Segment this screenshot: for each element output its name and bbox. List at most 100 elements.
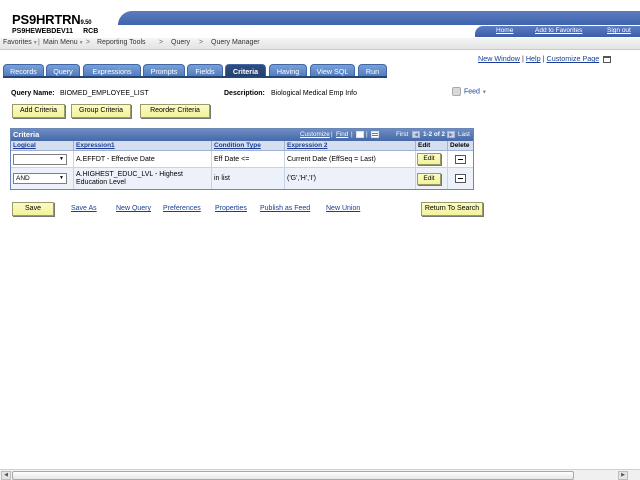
expression1-line1: A.HIGHEST_EDUC_LVL - Highest xyxy=(76,170,183,178)
customize-link-label: Customize xyxy=(300,131,330,138)
grid-sep: | xyxy=(331,131,333,138)
utility-sep: | xyxy=(521,54,524,63)
last-label: Last xyxy=(458,131,470,138)
app-version: 9.50 xyxy=(80,20,92,26)
col-expression1[interactable]: Expression1 xyxy=(74,141,212,151)
find-link[interactable]: Find xyxy=(336,131,348,138)
expression1-cell: A.HIGHEST_EDUC_LVL - Highest Education L… xyxy=(74,168,212,189)
col-delete: Delete xyxy=(450,142,470,149)
customize-link[interactable]: Customize xyxy=(300,131,330,138)
description-value: Biological Medical Emp Info xyxy=(271,90,357,97)
breadcrumb-sep: > xyxy=(199,39,204,46)
feed-menu[interactable]: Feed ▼ xyxy=(452,87,487,96)
scroll-right-icon[interactable]: ▶ xyxy=(618,471,628,480)
chevron-down-icon: ▼ xyxy=(481,89,487,96)
server-name: PS9HEWEBDEV11 RCB xyxy=(12,28,98,35)
tab-underline xyxy=(3,76,387,78)
app-name-text: PS9HRTRN xyxy=(12,12,81,27)
first-label: First xyxy=(396,131,409,138)
criteria-grid-title: Criteria xyxy=(13,130,40,139)
breadcrumb-favorites[interactable]: Favorites▼ xyxy=(3,39,38,46)
row-range: 1-2 of 2 xyxy=(423,131,446,138)
breadcrumb-sep: > xyxy=(86,39,91,46)
breadcrumb: Favorites▼ | Main Menu▼ > Reporting Tool… xyxy=(0,38,640,50)
app-name: PS9HRTRN9.50 xyxy=(12,12,92,27)
server-sub-text: RCB xyxy=(83,28,99,35)
group-criteria-button[interactable]: Group Criteria xyxy=(71,104,131,118)
query-name-label: Query Name: xyxy=(11,90,55,97)
add-criteria-button[interactable]: Add Criteria xyxy=(12,104,65,118)
edit-button[interactable]: Edit xyxy=(417,153,441,165)
edit-cell: Edit xyxy=(416,151,448,167)
delete-cell xyxy=(448,168,473,189)
logical-value: AND xyxy=(16,175,30,182)
delete-cell xyxy=(448,151,473,167)
criteria-grid-header: Logical Expression1 Condition Type Expre… xyxy=(11,141,473,151)
view-all-icon[interactable] xyxy=(356,131,364,138)
home-link[interactable]: Home xyxy=(496,27,513,34)
utility-sep: | xyxy=(542,54,545,63)
breadcrumb-main-menu-label: Main Menu xyxy=(43,39,78,46)
chevron-down-icon: ▼ xyxy=(78,40,84,46)
expression1-cell: A.EFFDT - Effective Date xyxy=(74,151,212,167)
header-banner xyxy=(118,11,640,25)
query-name-value: BIOMED_EMPLOYEE_LIST xyxy=(60,90,149,97)
new-query-link[interactable]: New Query xyxy=(116,205,151,212)
chevron-down-icon: ▼ xyxy=(59,155,64,162)
scrollbar-thumb[interactable] xyxy=(12,471,574,480)
chevron-down-icon: ▼ xyxy=(32,40,38,46)
breadcrumb-divider: | xyxy=(38,39,40,46)
breadcrumb-reporting-tools[interactable]: Reporting Tools xyxy=(97,39,146,46)
first-arrow-icon: ◀ xyxy=(412,131,420,138)
breadcrumb-favorites-label: Favorites xyxy=(3,39,32,46)
add-to-favorites-link[interactable]: Add to Favorites xyxy=(535,27,582,34)
edit-button[interactable]: Edit xyxy=(417,172,441,185)
customize-page-link[interactable]: Customize Page xyxy=(547,54,600,63)
col-condition-type[interactable]: Condition Type xyxy=(212,141,285,151)
horizontal-scrollbar[interactable]: ◀ ▶ xyxy=(0,469,640,480)
table-row: AND ▼ A.HIGHEST_EDUC_LVL - Highest Educat… xyxy=(11,168,473,189)
reorder-criteria-button[interactable]: Reorder Criteria xyxy=(140,104,210,118)
criteria-grid-title-bar: Criteria Customize | Find | | First ◀ 1-… xyxy=(11,129,473,141)
description-label: Description: xyxy=(224,90,265,97)
sign-out-link[interactable]: Sign out xyxy=(607,27,631,34)
chevron-down-icon: ▼ xyxy=(59,175,64,181)
new-window-icon[interactable] xyxy=(603,55,612,63)
expression2-cell: Current Date (EffSeq = Last) xyxy=(285,151,416,167)
save-as-link[interactable]: Save As xyxy=(71,205,97,212)
expression2-cell: ('G','H','I') xyxy=(285,168,416,189)
col-expression2[interactable]: Expression 2 xyxy=(285,141,416,151)
page-header: PS9HRTRN9.50 PS9HEWEBDEV11 RCB Home Add t… xyxy=(0,0,640,38)
last-arrow-icon: ▶ xyxy=(447,131,455,138)
delete-row-icon[interactable] xyxy=(455,154,466,164)
breadcrumb-sep: > xyxy=(159,39,164,46)
table-row: ▼ A.EFFDT - Effective Date Eff Date <= C… xyxy=(11,151,473,168)
logical-select[interactable]: AND ▼ xyxy=(13,173,67,184)
new-window-link[interactable]: New Window xyxy=(478,54,520,63)
expression1-line2: Education Level xyxy=(76,178,126,186)
breadcrumb-main-menu[interactable]: Main Menu▼ xyxy=(43,39,84,46)
breadcrumb-query-manager[interactable]: Query Manager xyxy=(211,39,260,46)
breadcrumb-query[interactable]: Query xyxy=(171,39,190,46)
return-to-search-button[interactable]: Return To Search xyxy=(421,202,483,216)
scroll-left-icon[interactable]: ◀ xyxy=(1,471,11,480)
publish-as-feed-link[interactable]: Publish as Feed xyxy=(260,205,310,212)
col-edit: Edit xyxy=(416,141,448,151)
logical-cell: ▼ xyxy=(11,151,74,167)
grid-sep: | xyxy=(351,131,353,138)
new-union-link[interactable]: New Union xyxy=(326,205,360,212)
edit-cell: Edit xyxy=(416,168,448,189)
col-logical[interactable]: Logical xyxy=(11,141,74,151)
feed-icon xyxy=(452,87,461,96)
properties-link[interactable]: Properties xyxy=(215,205,247,212)
utility-links: New Window | Help | Customize Page xyxy=(478,54,612,63)
help-link[interactable]: Help xyxy=(526,54,541,63)
save-button[interactable]: Save xyxy=(12,202,54,216)
preferences-link[interactable]: Preferences xyxy=(163,205,201,212)
logical-select[interactable]: ▼ xyxy=(13,153,67,165)
condition-cell: in list xyxy=(212,168,285,189)
download-grid-icon[interactable] xyxy=(371,131,379,138)
find-link-label: Find xyxy=(336,131,349,138)
delete-row-icon[interactable] xyxy=(455,174,466,183)
criteria-grid: Criteria Customize | Find | | First ◀ 1-… xyxy=(10,128,474,190)
